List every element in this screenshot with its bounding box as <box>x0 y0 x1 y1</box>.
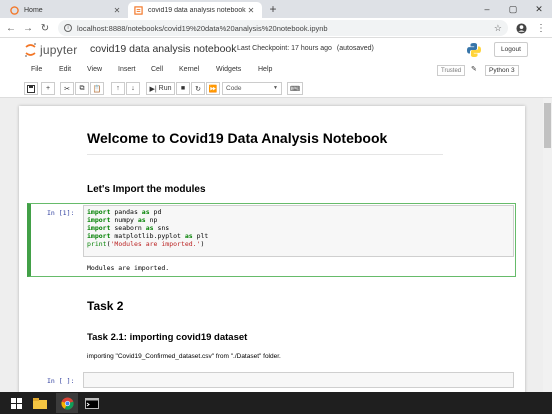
tab-notebook-title: covid19 data analysis notebook <box>148 6 246 14</box>
windows-start-icon[interactable] <box>8 395 24 411</box>
autosave-status: (autosaved) <box>336 45 374 52</box>
reload-icon[interactable]: ↻ <box>38 21 52 35</box>
tab-home-title: Home <box>24 6 43 14</box>
checkpoint-status: Last Checkpoint: 17 hours ago (autosaved… <box>237 45 374 52</box>
code-line: import matplotlib.pyplot as plt <box>87 232 209 240</box>
scrollbar-thumb[interactable] <box>544 103 551 148</box>
tab-home[interactable]: Home ✕ <box>4 2 128 18</box>
paste-icon[interactable]: 📋 <box>90 82 104 95</box>
cell-output: Modules are imported. <box>87 264 170 272</box>
jupyter-logo[interactable]: jupyter <box>24 42 77 58</box>
python-logo-icon <box>466 42 482 63</box>
checkpoint-text: Last Checkpoint: 17 hours ago <box>237 45 332 52</box>
trusted-indicator[interactable]: Trusted <box>437 65 466 76</box>
save-icon[interactable] <box>24 82 38 95</box>
interrupt-icon[interactable]: ■ <box>176 82 190 95</box>
notebook-favicon-icon <box>134 5 143 15</box>
close-tab-icon[interactable]: ✕ <box>112 6 122 15</box>
menu-kernel[interactable]: Kernel <box>179 66 199 73</box>
site-info-icon[interactable]: i <box>64 24 72 32</box>
kernel-indicator[interactable]: Python 3 <box>485 65 519 76</box>
code-line: print('Modules are imported.') <box>87 240 205 248</box>
logout-button[interactable]: Logout <box>494 42 528 57</box>
menu-help[interactable]: Help <box>258 66 272 73</box>
empty-code-cell[interactable] <box>83 372 514 388</box>
cell-input-prompt: In [ ]: <box>47 377 75 385</box>
menu-view[interactable]: View <box>87 66 102 73</box>
subtask-heading: Task 2.1: importing covid19 dataset <box>87 332 248 343</box>
cut-icon[interactable]: ✂ <box>60 82 74 95</box>
code-line: import numpy as np <box>87 216 158 224</box>
heading-divider <box>87 154 443 155</box>
code-line: import seaborn as sns <box>87 224 170 232</box>
address-bar[interactable]: i localhost:8888/notebooks/covid19%20dat… <box>58 20 508 36</box>
run-button[interactable]: ▶| Run <box>146 82 175 95</box>
menu-cell[interactable]: Cell <box>151 66 163 73</box>
new-tab-icon[interactable]: + <box>266 2 280 16</box>
close-window-icon[interactable]: ✕ <box>526 0 552 18</box>
browser-menu-icon[interactable]: ⋮ <box>534 21 548 35</box>
bookmark-star-icon[interactable]: ☆ <box>494 23 502 34</box>
notebook-container: Welcome to Covid19 Data Analysis Noteboo… <box>0 98 552 392</box>
notebook-toolbar: + ✂ ⧉ 📋 ↑ ↓ ▶| Run ■ ↻ ⏩ Code ▼ ⌨ <box>0 80 552 98</box>
cell-type-value: Code <box>226 85 242 92</box>
browser-tab-strip: Home ✕ covid19 data analysis notebook ✕ … <box>0 0 552 18</box>
forward-icon[interactable]: → <box>21 21 35 35</box>
copy-icon[interactable]: ⧉ <box>75 82 89 95</box>
jupyter-header: jupyter covid19 data analysis notebook L… <box>0 38 552 62</box>
close-tab-icon[interactable]: ✕ <box>246 6 256 15</box>
cell-input-prompt: In [1]: <box>47 209 75 217</box>
task-heading: Task 2 <box>87 299 124 313</box>
chrome-taskbar-icon[interactable] <box>56 393 78 413</box>
menu-file[interactable]: File <box>31 66 42 73</box>
code-editor[interactable]: import pandas as pd import numpy as np i… <box>83 205 514 257</box>
run-icon: ▶| <box>149 85 157 93</box>
notebook-name[interactable]: covid19 data analysis notebook <box>90 43 237 55</box>
section-heading-import: Let's Import the modules <box>87 184 206 195</box>
back-icon[interactable]: ← <box>4 21 18 35</box>
jupyter-logo-text: jupyter <box>40 43 78 57</box>
move-down-icon[interactable]: ↓ <box>126 82 140 95</box>
tab-notebook[interactable]: covid19 data analysis notebook ✕ <box>128 2 262 18</box>
menu-widgets[interactable]: Widgets <box>216 66 241 73</box>
jupyter-favicon-icon <box>10 5 19 15</box>
markdown-text: importing "Covid19_Confirmed_dataset.csv… <box>87 353 281 360</box>
cell-type-select[interactable]: Code ▼ <box>222 82 282 95</box>
maximize-icon[interactable]: ▢ <box>500 0 526 18</box>
notebook-title-heading: Welcome to Covid19 Data Analysis Noteboo… <box>87 130 388 146</box>
jupyter-logo-icon <box>25 43 36 57</box>
browser-toolbar: ← → ↻ i localhost:8888/notebooks/covid19… <box>0 18 552 38</box>
file-explorer-icon[interactable] <box>32 395 48 411</box>
move-up-icon[interactable]: ↑ <box>111 82 125 95</box>
restart-icon[interactable]: ↻ <box>191 82 205 95</box>
insert-cell-icon[interactable]: + <box>41 82 55 95</box>
minimize-icon[interactable]: – <box>474 0 500 18</box>
os-taskbar <box>0 392 552 414</box>
run-label: Run <box>158 85 172 92</box>
menu-edit[interactable]: Edit <box>59 66 71 73</box>
restart-run-all-icon[interactable]: ⏩ <box>206 82 220 95</box>
url-text: localhost:8888/notebooks/covid19%20data%… <box>77 23 328 33</box>
terminal-icon[interactable] <box>84 395 100 411</box>
notebook-page: Welcome to Covid19 Data Analysis Noteboo… <box>19 106 525 392</box>
edit-mode-pencil-icon: ✎ <box>471 66 477 73</box>
command-palette-icon[interactable]: ⌨ <box>287 82 303 95</box>
profile-avatar-icon[interactable] <box>514 21 528 35</box>
chevron-down-icon: ▼ <box>273 85 278 91</box>
code-line: import pandas as pd <box>87 208 162 216</box>
jupyter-menubar: File Edit View Insert Cell Kernel Widget… <box>0 62 552 80</box>
menu-insert[interactable]: Insert <box>118 66 136 73</box>
